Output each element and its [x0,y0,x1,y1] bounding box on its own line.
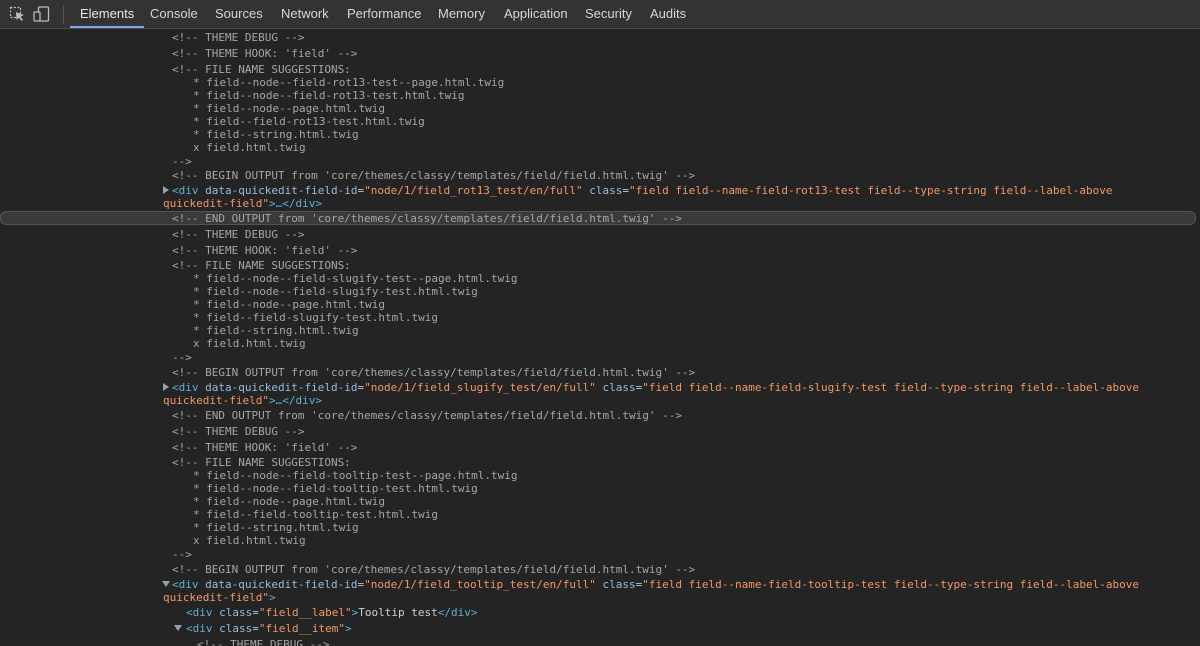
div-element-row[interactable]: <div data-quickedit-field-id="node/1/fie… [172,381,1139,394]
theme-hook-comment[interactable]: <!-- THEME HOOK: 'field' --> [172,441,357,454]
cursor-inspect-icon[interactable] [9,6,27,22]
suggestion-line: * field--string.html.twig [193,128,359,141]
suggestion-line: * field--node--page.html.twig [193,495,386,508]
attribute-name: data-quickedit-field-id [205,578,358,591]
attribute-name: class [219,606,253,619]
suggestion-line: * field--field-slugify-test.html.twig [193,311,439,324]
tag-open: <div [172,578,199,591]
begin-output-comment[interactable]: <!-- BEGIN OUTPUT from 'core/themes/clas… [172,169,695,182]
suggestion-line: * field--node--field-tooltip-test--page.… [193,469,518,482]
field-label-row[interactable]: <div class="field__label">Tooltip test</… [186,606,477,619]
collapse-triangle-icon[interactable] [174,625,182,631]
attribute-value: quickedit-field" [163,394,269,407]
tab-network[interactable]: Network [281,0,329,28]
attribute-value: "field field--name-field-tooltip-test fi… [642,578,1139,591]
tag-gt: > [344,622,352,635]
file-name-suggestions-comment[interactable]: <!-- FILE NAME SUGGESTIONS: [172,259,351,272]
attribute-value: "field field--name-field-rot13-test fiel… [629,184,1113,197]
attribute-name: class [602,578,636,591]
suggestion-line: * field--node--field-rot13-test.html.twi… [193,89,465,102]
comment-close: --> [172,548,192,561]
suggestion-line: * field--field-tooltip-test.html.twig [193,508,439,521]
comment-close: --> [172,351,192,364]
attribute-value: quickedit-field" [163,197,269,210]
suggestion-line: * field--node--field-tooltip-test.html.t… [193,482,478,495]
suggestion-line: * field--node--field-slugify-test--page.… [193,272,518,285]
suggestion-line: x field.html.twig [193,534,306,547]
tag-close: </div> [437,606,478,619]
end-output-comment[interactable]: <!-- END OUTPUT from 'core/themes/classy… [172,409,682,422]
device-toolbar-icon[interactable] [33,6,51,22]
theme-hook-comment[interactable]: <!-- THEME HOOK: 'field' --> [172,244,357,257]
div-element-row-continued[interactable]: quickedit-field">…</div> [163,394,322,407]
suggestion-line: * field--string.html.twig [193,521,359,534]
tab-console[interactable]: Console [150,0,198,28]
theme-debug-comment[interactable]: <!-- THEME DEBUG --> [197,638,329,646]
div-element-row-continued[interactable]: quickedit-field">…</div> [163,197,322,210]
suggestion-line: * field--string.html.twig [193,324,359,337]
div-element-row[interactable]: <div data-quickedit-field-id="node/1/fie… [172,184,1112,197]
attribute-name: data-quickedit-field-id [205,184,358,197]
tag-close: > [268,591,276,604]
attribute-value: quickedit-field" [163,591,269,604]
suggestion-line: * field--node--page.html.twig [193,298,386,311]
expand-triangle-icon[interactable] [163,383,169,391]
suggestion-line: * field--field-rot13-test.html.twig [193,115,425,128]
tag-open: <div [186,606,213,619]
tab-security[interactable]: Security [585,0,632,28]
tab-audits[interactable]: Audits [650,0,686,28]
devtools-toolbar: Elements Console Sources Network Perform… [0,0,1200,29]
suggestion-line: * field--node--field-slugify-test.html.t… [193,285,478,298]
expand-triangle-icon[interactable] [163,186,169,194]
toolbar-separator [63,5,64,24]
attribute-value: "node/1/field_rot13_test/en/full" [364,184,583,197]
elements-tree[interactable]: <!-- THEME DEBUG --> <!-- THEME HOOK: 'f… [0,29,1200,646]
div-element-row-continued[interactable]: quickedit-field"> [163,591,276,604]
attribute-value: "field__item" [258,622,345,635]
tab-application[interactable]: Application [504,0,568,28]
attribute-value: "node/1/field_tooltip_test/en/full" [364,578,596,591]
suggestion-line: * field--node--field-rot13-test--page.ht… [193,76,505,89]
file-name-suggestions-comment[interactable]: <!-- FILE NAME SUGGESTIONS: [172,63,351,76]
theme-debug-comment[interactable]: <!-- THEME DEBUG --> [172,228,304,241]
tab-elements[interactable]: Elements [70,0,145,28]
tab-performance[interactable]: Performance [347,0,421,28]
attribute-value: "field__label" [258,606,352,619]
tag-open: <div [186,622,213,635]
attribute-name: data-quickedit-field-id [205,381,358,394]
div-element-row[interactable]: <div data-quickedit-field-id="node/1/fie… [172,578,1139,591]
field-item-row[interactable]: <div class="field__item"> [186,622,352,635]
attribute-value: "field field--name-field-slugify-test fi… [642,381,1139,394]
tab-sources[interactable]: Sources [215,0,263,28]
attribute-value: "node/1/field_slugify_test/en/full" [364,381,596,394]
tab-memory[interactable]: Memory [438,0,485,28]
end-output-comment[interactable]: <!-- END OUTPUT from 'core/themes/classy… [172,212,682,225]
collapse-triangle-icon[interactable] [162,581,170,587]
theme-debug-comment[interactable]: <!-- THEME DEBUG --> [172,425,304,438]
theme-hook-comment[interactable]: <!-- THEME HOOK: 'field' --> [172,47,357,60]
begin-output-comment[interactable]: <!-- BEGIN OUTPUT from 'core/themes/clas… [172,563,695,576]
suggestion-line: x field.html.twig [193,337,306,350]
suggestion-line: x field.html.twig [193,141,306,154]
attribute-name: class [219,622,253,635]
tag-open: <div [172,381,199,394]
file-name-suggestions-comment[interactable]: <!-- FILE NAME SUGGESTIONS: [172,456,351,469]
comment-close: --> [172,155,192,168]
tag-close: >…</div> [268,394,322,407]
attribute-name: class [589,184,623,197]
text-node: Tooltip test [358,606,438,619]
tag-open: <div [172,184,199,197]
attribute-name: class [602,381,636,394]
begin-output-comment[interactable]: <!-- BEGIN OUTPUT from 'core/themes/clas… [172,366,695,379]
suggestion-line: * field--node--page.html.twig [193,102,386,115]
theme-debug-comment[interactable]: <!-- THEME DEBUG --> [172,31,304,44]
tag-close: >…</div> [268,197,322,210]
